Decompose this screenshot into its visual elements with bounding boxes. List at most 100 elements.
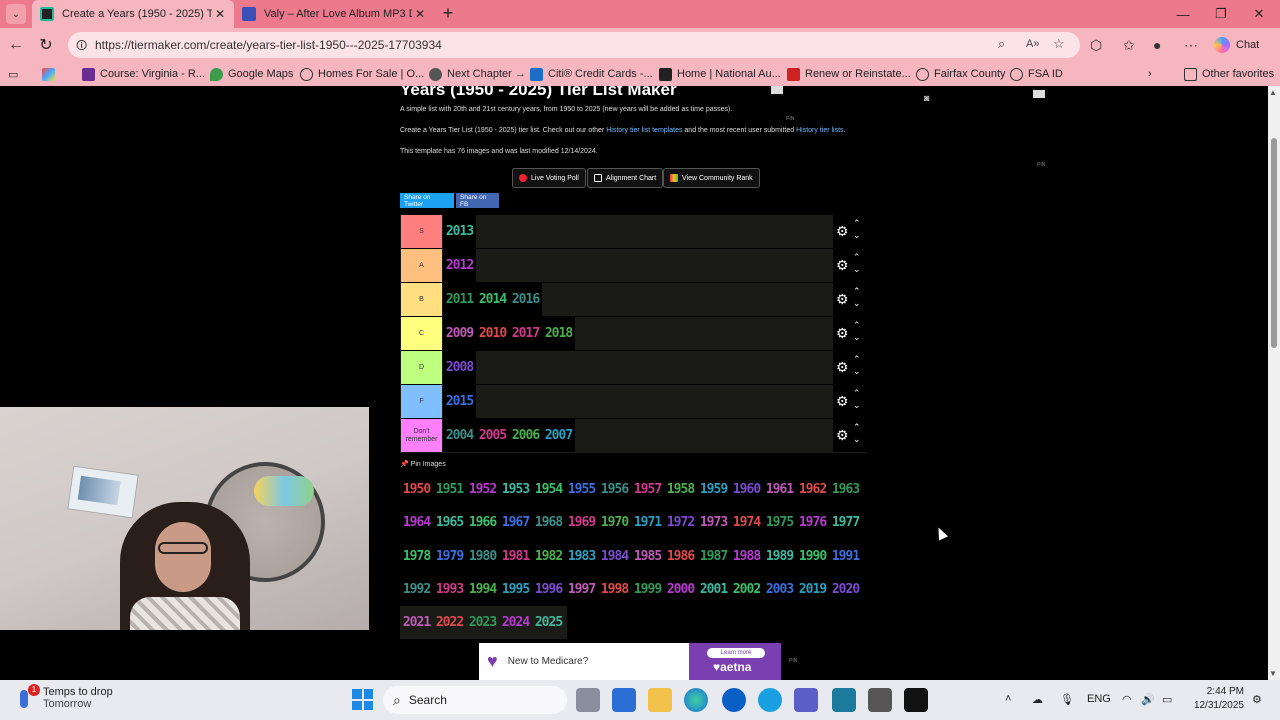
year-tile[interactable]: 2024 [499, 606, 532, 639]
year-tile[interactable]: 2025 [532, 606, 565, 639]
year-tile[interactable]: 2017 [509, 317, 542, 350]
year-tile[interactable]: 1964 [400, 506, 433, 539]
tier-label[interactable]: B [401, 283, 442, 316]
pin-images-toggle[interactable]: 📌 Pin Images [400, 460, 446, 468]
move-tier-up-icon[interactable]: ⌃ [853, 218, 861, 229]
hp-icon[interactable] [722, 688, 746, 712]
year-tile[interactable]: 1961 [763, 473, 796, 506]
year-tile[interactable]: 1969 [565, 506, 598, 539]
year-tile[interactable]: 2011 [443, 283, 476, 316]
start-windows-icon[interactable] [352, 689, 373, 710]
search-page-icon[interactable]: ⌕ [998, 36, 1005, 52]
year-tile[interactable]: 2014 [476, 283, 509, 316]
move-tier-down-icon[interactable]: ⌄ [853, 332, 861, 343]
year-tile[interactable]: 1999 [631, 573, 664, 606]
year-tile[interactable]: 2004 [443, 419, 476, 452]
year-tile[interactable]: 1954 [532, 473, 565, 506]
bookmark-national-au[interactable]: Home | National Au... [659, 66, 781, 82]
capcut-icon[interactable] [904, 688, 928, 712]
year-tile[interactable]: 2021 [400, 606, 433, 639]
scroll-up-icon[interactable]: ▲ [1269, 88, 1277, 97]
onedrive-cloud-icon[interactable]: ☁ [1032, 693, 1043, 706]
year-tile[interactable]: 1980 [466, 540, 499, 573]
site-info-icon[interactable]: 🛈 [76, 37, 87, 56]
learn-more-button[interactable]: Learn more [707, 648, 765, 658]
help-icon[interactable] [758, 688, 782, 712]
tier-settings-gear-icon[interactable]: ⚙ [836, 359, 849, 376]
clock[interactable]: 2:44 PM 12/31/2025 [1188, 685, 1244, 713]
move-tier-up-icon[interactable]: ⌃ [853, 252, 861, 263]
wifi-icon[interactable]: ◠ [1122, 693, 1132, 706]
scrollbar-thumb[interactable] [1271, 138, 1277, 348]
year-tile[interactable]: 1971 [631, 506, 664, 539]
profile-icon[interactable]: ● [1153, 37, 1161, 53]
year-tile[interactable]: 1975 [763, 506, 796, 539]
speaker-icon[interactable]: ◙ [924, 93, 929, 103]
close-tab-icon[interactable]: ✕ [212, 7, 228, 21]
show-hidden-icons-chevron-icon[interactable]: ˄ [1005, 693, 1011, 705]
year-tile[interactable]: 1982 [532, 540, 565, 573]
year-tile[interactable]: 1987 [697, 540, 730, 573]
bookmark-fsa-id[interactable]: FSA ID [1010, 66, 1063, 82]
year-tile[interactable]: 1984 [598, 540, 631, 573]
restore-button[interactable]: ❐ [1202, 0, 1240, 28]
year-tile[interactable]: 2020 [829, 573, 862, 606]
address-bar[interactable]: 🛈 https://tiermaker.com/create/years-tie… [68, 32, 1080, 58]
medicare-ad-banner[interactable]: ♥ New to Medicare? Learn more ♥aetna [479, 643, 781, 680]
tier-settings-gear-icon[interactable]: ⚙ [836, 325, 849, 342]
new-tab-button[interactable]: + [438, 3, 458, 24]
taskbar-search[interactable]: ⌕ Search [383, 686, 567, 714]
teams-icon[interactable] [794, 688, 818, 712]
year-tile[interactable]: 2010 [476, 317, 509, 350]
move-tier-up-icon[interactable]: ⌃ [853, 422, 861, 433]
move-tier-up-icon[interactable]: ⌃ [853, 320, 861, 331]
year-tile[interactable]: 1958 [664, 473, 697, 506]
weather-widget[interactable]: 1 Temps to drop Tomorrow [18, 684, 113, 710]
pin-label[interactable]: PIN [786, 116, 794, 122]
refresh-button[interactable]: ↻ [36, 35, 56, 55]
year-tile[interactable]: 1985 [631, 540, 664, 573]
share-on-twitter-button[interactable]: Share on Twitter [400, 193, 454, 208]
tier-settings-gear-icon[interactable]: ⚙ [836, 291, 849, 308]
move-tier-down-icon[interactable]: ⌄ [853, 264, 861, 275]
year-tile[interactable]: 1973 [697, 506, 730, 539]
tier-label[interactable]: Don't remember [401, 419, 442, 452]
tier-label[interactable]: A [401, 249, 442, 282]
year-tile[interactable]: 1979 [433, 540, 466, 573]
history-templates-link[interactable]: History tier list templates [606, 127, 682, 134]
tier-label[interactable]: S [401, 215, 442, 248]
microphone-icon[interactable]: 🎙 [1060, 693, 1074, 706]
year-tile[interactable]: 1951 [433, 473, 466, 506]
year-tile[interactable]: 2006 [509, 419, 542, 452]
ad-choices-icon[interactable] [771, 86, 783, 94]
year-tile[interactable]: 1974 [730, 506, 763, 539]
share-on-fb-button[interactable]: Share on FB [456, 193, 499, 208]
battery-icon[interactable]: ▭ [1162, 693, 1172, 706]
bookmark-fairfax-county[interactable]: Fairfax County [916, 66, 1006, 82]
year-tile[interactable]: 1968 [532, 506, 565, 539]
year-tile[interactable]: 1960 [730, 473, 763, 506]
year-tile[interactable]: 1990 [796, 540, 829, 573]
year-tile[interactable]: 1966 [466, 506, 499, 539]
more-bookmarks-chevron-icon[interactable]: › [1148, 66, 1152, 82]
year-tile[interactable]: 1965 [433, 506, 466, 539]
close-tab-icon[interactable]: ✕ [412, 7, 428, 21]
year-tile[interactable]: 2000 [664, 573, 697, 606]
scroll-down-icon[interactable]: ▼ [1269, 669, 1277, 678]
year-tile[interactable]: 1959 [697, 473, 730, 506]
year-tile[interactable]: 1991 [829, 540, 862, 573]
minimize-button[interactable]: — [1164, 0, 1202, 28]
move-tier-down-icon[interactable]: ⌄ [853, 434, 861, 445]
year-tile[interactable]: 2013 [443, 215, 476, 248]
tier-settings-gear-icon[interactable]: ⚙ [836, 223, 849, 240]
favorites-icon[interactable]: ✩ [1123, 37, 1135, 54]
volume-icon[interactable]: 🔊 [1141, 693, 1155, 706]
year-tile[interactable]: 2007 [542, 419, 575, 452]
year-tile[interactable]: 2002 [730, 573, 763, 606]
notes-app-icon[interactable] [832, 688, 856, 712]
move-tier-down-icon[interactable]: ⌄ [853, 230, 861, 241]
move-tier-up-icon[interactable]: ⌃ [853, 286, 861, 297]
tab-valy[interactable]: Valy – After Love Album MP3 Dov ✕ [234, 0, 434, 28]
year-tile[interactable]: 1981 [499, 540, 532, 573]
year-tile[interactable]: 1993 [433, 573, 466, 606]
